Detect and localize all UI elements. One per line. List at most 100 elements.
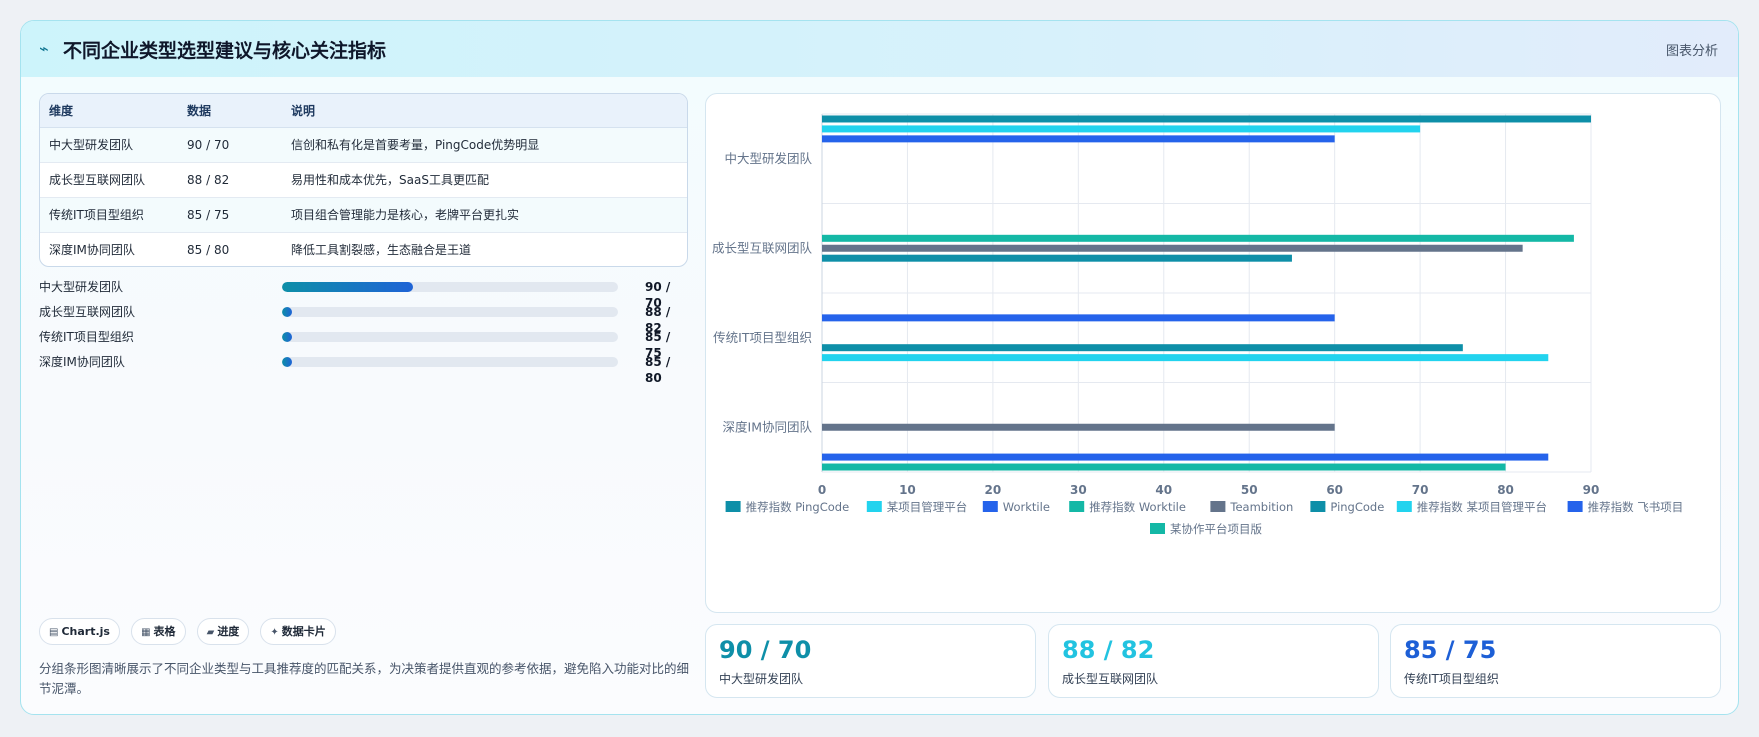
table-cell-dimension: 深度IM协同团队: [49, 243, 135, 258]
progress-fill: [282, 307, 292, 317]
legend-swatch: [1210, 501, 1226, 512]
legend-label: PingCode: [1330, 500, 1384, 514]
table-cell-data: 85 / 75: [178, 197, 282, 233]
legend-label: Worktile: [1003, 500, 1050, 514]
legend-label: 推荐指数 飞书项目: [1588, 500, 1684, 514]
progress-list: 中大型研发团队 90 / 70 成长型互联网团队 88 / 82 传统IT项目型…: [39, 279, 688, 385]
legend-swatch: [866, 501, 882, 512]
legend-swatch: [1150, 523, 1165, 534]
table-row: 深度IM协同团队 85 / 80 降低工具割裂感，生态融合是王道: [40, 232, 687, 266]
x-tick-label: 80: [1497, 483, 1514, 497]
page-title: 不同企业类型选型建议与核心关注指标: [63, 40, 387, 62]
table-icon: ▦: [141, 627, 151, 638]
bar: [822, 453, 1549, 461]
legend-label: 推荐指数 Worktile: [1089, 500, 1186, 514]
legend-label: 某协作平台项目版: [1170, 522, 1262, 536]
table-row: 中大型研发团队 90 / 70 信创和私有化是首要考量，PingCode优势明显: [40, 127, 687, 163]
x-tick-label: 10: [899, 483, 916, 497]
feature-chips: ▤ Chart.js ▦ 表格 ▰ 进度 ✦ 数据卡片: [39, 618, 342, 645]
sparkle-icon: ✦: [270, 627, 279, 638]
stat-card: 88 / 82 成长型互联网团队: [1048, 624, 1379, 698]
table-cell-note: 信创和私有化是首要考量，PingCode优势明显: [282, 127, 687, 163]
progress-row: 传统IT项目型组织 85 / 75: [39, 329, 688, 360]
progress-track: [282, 307, 618, 317]
stat-value: 85 / 75: [1404, 636, 1497, 664]
bar: [822, 314, 1335, 322]
legend-swatch: [1396, 501, 1412, 512]
bar: [822, 463, 1506, 471]
chip-label: 数据卡片: [281, 625, 326, 638]
legend-swatch: [982, 501, 998, 512]
chip-data-card[interactable]: ✦ 数据卡片: [260, 618, 336, 645]
chip-label: 进度: [217, 625, 240, 638]
x-tick-label: 50: [1241, 483, 1258, 497]
chip-table[interactable]: ▦ 表格: [131, 618, 186, 645]
x-tick-label: 70: [1412, 483, 1429, 497]
stat-value: 90 / 70: [719, 636, 812, 664]
legend-swatch: [1567, 501, 1583, 512]
progress-fill: [282, 282, 414, 292]
progress-row: 中大型研发团队 90 / 70: [39, 279, 688, 310]
bar: [822, 423, 1335, 431]
table-cell-dimension: 中大型研发团队: [40, 127, 178, 163]
bar: [822, 354, 1549, 362]
progress-row: 深度IM协同团队 85 / 80: [39, 354, 688, 385]
progress-track: [282, 282, 618, 292]
stat-value: 88 / 82: [1062, 636, 1155, 664]
legend-label: 某项目管理平台: [887, 500, 968, 514]
card-header: ⌁ 不同企业类型选型建议与核心关注指标 图表分析: [21, 21, 1738, 77]
stat-label: 成长型互联网团队: [1062, 672, 1159, 686]
table-cell-note: 项目组合管理能力是核心，老牌平台更扎实: [282, 197, 687, 233]
bar: [822, 234, 1574, 242]
table-cell-dimension: 传统IT项目型组织: [40, 197, 178, 233]
x-tick-label: 40: [1155, 483, 1172, 497]
chart-icon: ▤: [49, 627, 59, 638]
y-category-label: 中大型研发团队: [724, 151, 812, 166]
progress-row: 成长型互联网团队 88 / 82: [39, 304, 688, 335]
stat-label: 传统IT项目型组织: [1404, 672, 1499, 686]
table-header-note: 说明: [282, 94, 687, 128]
stat-label: 中大型研发团队: [719, 672, 804, 686]
y-category-label: 深度IM协同团队: [723, 419, 813, 434]
table-cell-data: 85 / 80: [187, 242, 230, 257]
table-row: 成长型互联网团队 88 / 82 易用性和成本优先，SaaS工具更匹配: [40, 162, 687, 198]
chart-description: 分组条形图清晰展示了不同企业类型与工具推荐度的匹配关系，为决策者提供直观的参考依…: [39, 661, 690, 696]
progress-track: [282, 332, 618, 342]
table-header-data: 数据: [178, 94, 282, 128]
progress-label: 中大型研发团队: [39, 280, 124, 294]
progress-icon: ▰: [206, 627, 215, 638]
chip-chartjs[interactable]: ▤ Chart.js: [39, 618, 120, 645]
bar: [822, 115, 1591, 123]
bar: [822, 135, 1335, 143]
stat-card: 85 / 75 传统IT项目型组织: [1390, 624, 1721, 698]
stat-card: 90 / 70 中大型研发团队: [705, 624, 1036, 698]
legend-label: Teambition: [1229, 500, 1293, 514]
table-cell-data: 90 / 70: [178, 127, 282, 163]
table-cell-note: 易用性和成本优先，SaaS工具更匹配: [282, 162, 687, 198]
y-category-label: 成长型互联网团队: [712, 240, 813, 255]
trend-icon: ⌁: [39, 39, 49, 58]
bar: [822, 125, 1421, 133]
legend-swatch: [1069, 501, 1085, 512]
legend-swatch: [1310, 501, 1326, 512]
chart-panel: 0 10 20 30 40 50 60 70 80 90 中大型研发团队 成长型互联网团队 传统IT项目…: [705, 93, 1721, 613]
x-tick-label: 30: [1070, 483, 1087, 497]
x-tick-label: 90: [1583, 483, 1600, 497]
legend-swatch: [725, 501, 741, 512]
progress-track: [282, 357, 618, 367]
chart-analysis-tag: 图表分析: [1665, 44, 1718, 59]
grouped-bar-chart: 0 10 20 30 40 50 60 70 80 90 中大型研发团队成长型互联网团队传统IT项目…: [712, 113, 1684, 536]
bar: [822, 254, 1292, 262]
legend-label: 推荐指数 某项目管理平台: [1417, 500, 1547, 514]
table-cell-note: 降低工具割裂感，生态融合是王道: [291, 243, 472, 258]
chip-progress[interactable]: ▰ 进度: [196, 618, 250, 645]
progress-value: 85 / 80: [645, 355, 671, 385]
legend-label: 推荐指数 PingCode: [746, 500, 850, 514]
progress-label: 传统IT项目型组织: [39, 330, 134, 344]
bar: [822, 344, 1463, 352]
x-tick-label: 20: [985, 483, 1002, 497]
progress-fill: [282, 332, 292, 342]
progress-label: 深度IM协同团队: [39, 355, 125, 369]
table-header-row: 维度 数据 说明: [40, 94, 687, 128]
progress-label: 成长型互联网团队: [39, 305, 136, 319]
